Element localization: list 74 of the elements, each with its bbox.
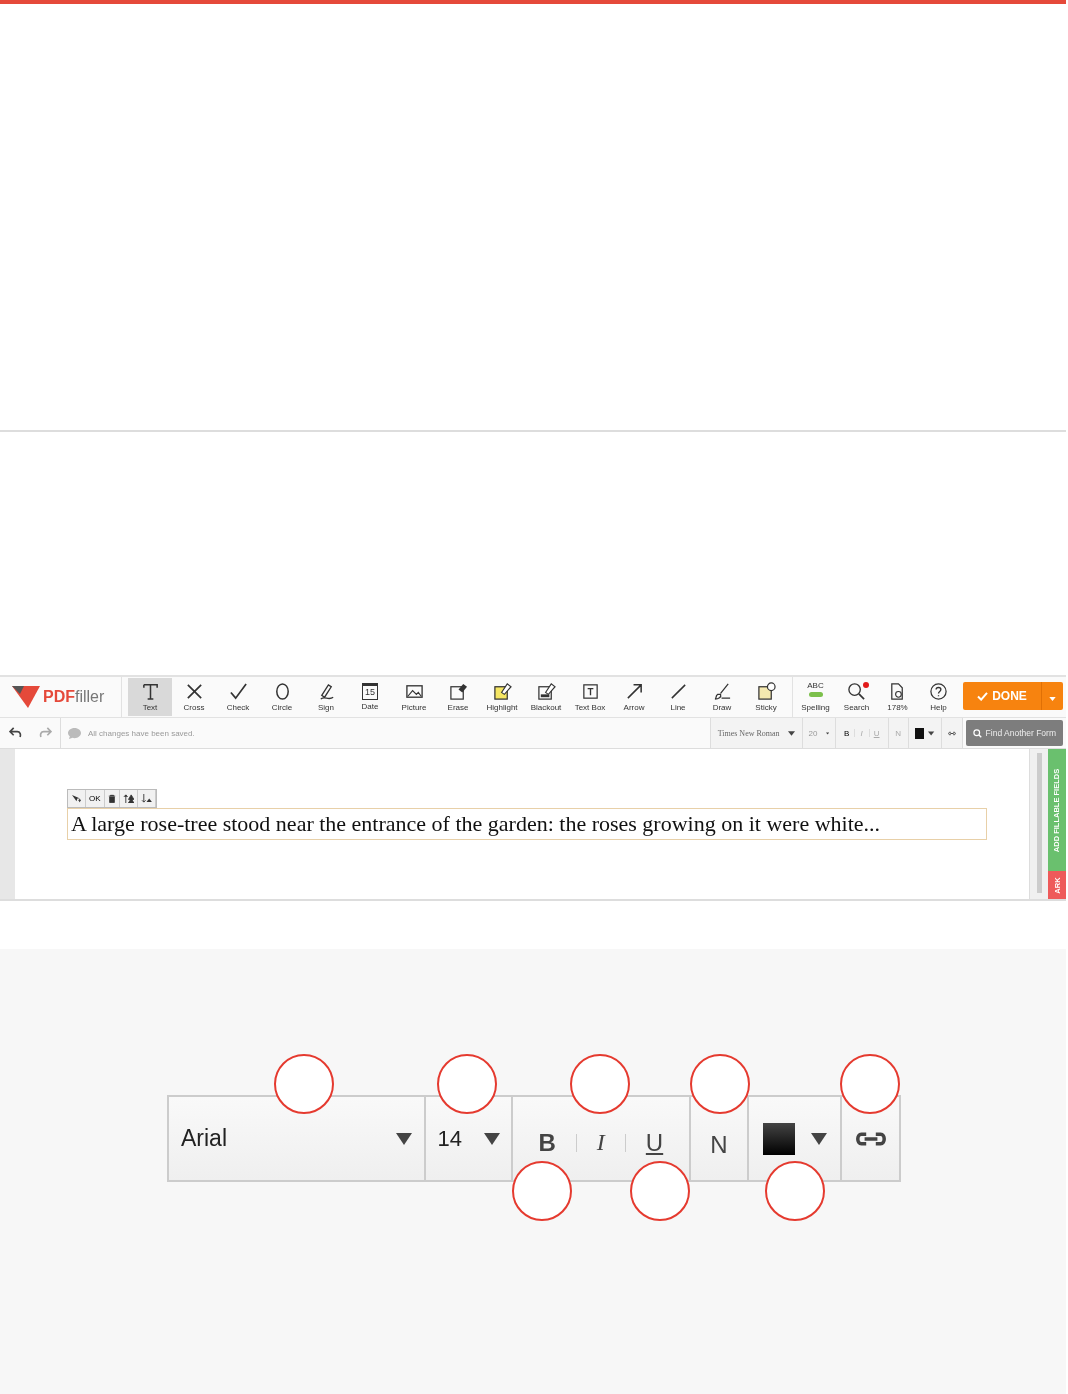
- tool-button[interactable]: Search: [836, 678, 877, 716]
- arrow-up-icon: [122, 794, 134, 803]
- callout-circle: [274, 1054, 334, 1114]
- tool-button[interactable]: Draw: [700, 678, 744, 716]
- tool-button[interactable]: ABC Spelling: [795, 678, 836, 716]
- search-icon: [972, 728, 982, 738]
- tool-button[interactable]: 15 Date: [348, 678, 392, 716]
- tool-button[interactable]: Erase: [436, 678, 480, 716]
- arrow-icon: [624, 682, 644, 701]
- tool-button[interactable]: Circle: [260, 678, 304, 716]
- callout-circle: [570, 1054, 630, 1114]
- search-icon: [847, 682, 866, 701]
- trash-icon: [107, 794, 116, 803]
- tool-button[interactable]: Text: [128, 678, 172, 716]
- tool-button[interactable]: Line: [656, 678, 700, 716]
- calendar-icon: 15: [362, 683, 378, 700]
- line-icon: [668, 682, 688, 701]
- brush-icon: [712, 682, 732, 701]
- help-icon: [929, 682, 948, 701]
- tool-button[interactable]: Cross: [172, 678, 216, 716]
- link-icon: [854, 1130, 887, 1147]
- text-field[interactable]: A large rose-tree stood near the entrance of the garden: the roses growing on it were white...: [67, 808, 987, 840]
- caret-icon: [787, 730, 795, 736]
- caret-icon: [396, 1132, 413, 1145]
- find-another-form-button[interactable]: Find Another Form: [965, 720, 1063, 746]
- caret-icon: [483, 1132, 500, 1145]
- checkmark-icon: [228, 682, 248, 701]
- caret-icon: [825, 730, 829, 736]
- tool-button[interactable]: Sticky: [744, 678, 788, 716]
- callout-circle: [840, 1054, 900, 1114]
- cursor-icon: [71, 794, 82, 803]
- tool-button[interactable]: Text Box: [568, 678, 612, 716]
- redo-icon: [38, 726, 52, 738]
- tool-button[interactable]: Picture: [392, 678, 436, 716]
- color-picker[interactable]: [908, 718, 942, 748]
- tool-button[interactable]: Blackout: [524, 678, 568, 716]
- callout-circle: [690, 1054, 750, 1114]
- highlighter-icon: [492, 682, 512, 701]
- notification-dot: [863, 682, 869, 688]
- caret-icon: [928, 730, 935, 736]
- blackout-icon: [536, 682, 556, 701]
- ok-button[interactable]: OK: [86, 790, 105, 807]
- cross-icon: [184, 682, 204, 701]
- checkmark-icon: [977, 691, 989, 701]
- logo-icon: [12, 686, 40, 708]
- text-icon: [140, 682, 160, 701]
- pdffiller-logo: PDFfiller: [0, 677, 122, 717]
- tool-button[interactable]: Arrow: [612, 678, 656, 716]
- underline-button[interactable]: U: [639, 1127, 670, 1158]
- sticky-note-icon: [756, 682, 776, 701]
- scrollbar[interactable]: [1029, 749, 1048, 899]
- font-dropdown[interactable]: Times New Roman: [710, 718, 803, 748]
- callout-circle: [630, 1161, 690, 1221]
- tool-button[interactable]: Sign: [304, 678, 348, 716]
- text-box-icon: [580, 682, 600, 701]
- arrow-down-icon: [140, 794, 152, 803]
- eraser-icon: [448, 682, 468, 701]
- italic-button[interactable]: I: [590, 1128, 611, 1157]
- comment-icon: [67, 726, 82, 740]
- tool-button[interactable]: Help: [918, 678, 959, 716]
- caret-icon: [1049, 696, 1056, 701]
- tool-button[interactable]: 178%: [877, 678, 918, 716]
- undo-icon: [8, 726, 22, 738]
- callout-circle: [512, 1161, 572, 1221]
- picture-icon: [404, 682, 424, 701]
- save-status: All changes have been saved.: [88, 728, 195, 738]
- callout-circle: [437, 1054, 497, 1114]
- bold-button[interactable]: B: [532, 1127, 562, 1158]
- normal-button[interactable]: N: [710, 1124, 728, 1165]
- tool-button[interactable]: Check: [216, 678, 260, 716]
- callout-circle: [765, 1161, 825, 1221]
- caret-icon: [810, 1132, 827, 1145]
- link-icon: [947, 729, 956, 737]
- tool-button[interactable]: Highlight: [480, 678, 524, 716]
